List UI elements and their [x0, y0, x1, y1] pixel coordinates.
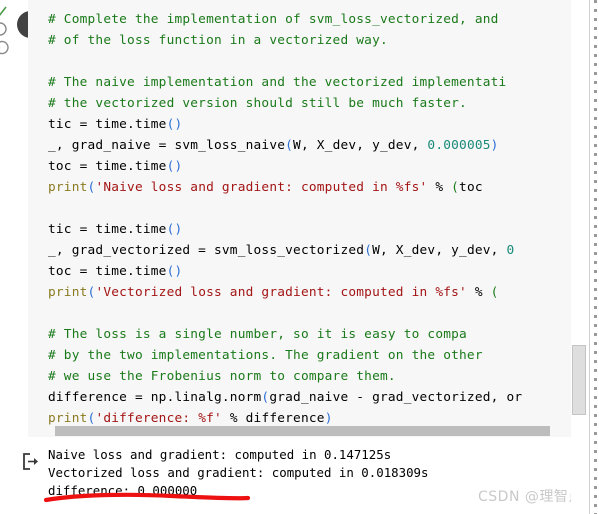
code-line: print('Naive loss and gradient: computed… [48, 180, 483, 195]
refresh-icon [0, 40, 9, 55]
code-cell[interactable]: # Complete the implementation of svm_los… [28, 0, 582, 437]
edge-icon-group [0, 6, 9, 55]
clock-icon [0, 22, 7, 36]
code-line: print('difference: %f' % difference) [48, 411, 333, 425]
csdn-watermark: CSDN @理智点 [478, 489, 583, 505]
code-line: difference = np.linalg.norm(grad_naive -… [48, 390, 523, 405]
output-line: difference: 0.000000 [48, 483, 198, 498]
code-cell-source[interactable]: # Complete the implementation of svm_los… [28, 0, 582, 425]
page-vertical-scrollbar-thumb[interactable] [572, 345, 586, 415]
notebook-cell-view: # Complete the implementation of svm_los… [0, 0, 599, 514]
cell-output: Naive loss and gradient: computed in 0.1… [48, 446, 478, 500]
output-line: Naive loss and gradient: computed in 0.1… [48, 447, 392, 462]
code-line: # by the two implementations. The gradie… [48, 348, 483, 363]
code-line: # of the loss function in a vectorized w… [48, 33, 388, 48]
code-line: print('Vectorized loss and gradient: com… [48, 285, 499, 300]
code-line: # the vectorized version should still be… [48, 96, 467, 111]
code-line: tic = time.time() [48, 117, 183, 132]
code-line: # we use the Frobenius norm to compare t… [48, 369, 396, 384]
output-line: Vectorized loss and gradient: computed i… [48, 465, 429, 480]
code-line: _, grad_naive = svm_loss_naive(W, X_dev,… [48, 138, 499, 153]
output-arrow-head-icon [34, 458, 38, 465]
output-arrow-icon [21, 452, 43, 472]
check-icon [0, 6, 7, 17]
code-line: toc = time.time() [48, 264, 183, 279]
right-edge-divider [589, 0, 590, 514]
code-horizontal-scrollbar-track[interactable] [28, 425, 582, 437]
code-horizontal-scrollbar-thumb[interactable] [55, 426, 550, 436]
page-vertical-scrollbar-track[interactable] [571, 0, 587, 514]
right-edge-dashed-rule [594, 0, 597, 514]
code-line: tic = time.time() [48, 222, 183, 237]
edge-toolbar-icons [0, 4, 12, 60]
code-cell-scroll-area[interactable]: # Complete the implementation of svm_los… [28, 0, 582, 425]
code-line: # The naive implementation and the vecto… [48, 75, 507, 90]
code-line: # The loss is a single number, so it is … [48, 327, 467, 342]
code-line: toc = time.time() [48, 159, 183, 174]
code-line: # Complete the implementation of svm_los… [48, 12, 499, 27]
code-line: _, grad_vectorized = svm_loss_vectorized… [48, 243, 515, 258]
